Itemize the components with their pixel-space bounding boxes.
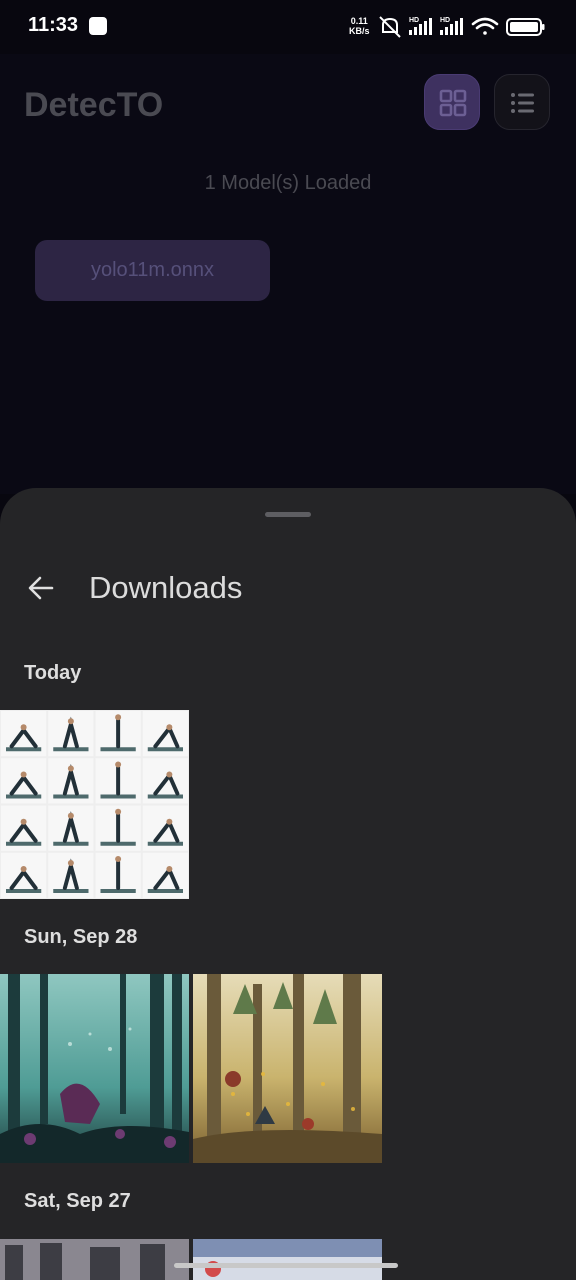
- section-header-sep28: Sun, Sep 28: [24, 926, 138, 948]
- yoga-figure-head: [166, 818, 173, 825]
- yoga-figure-head: [20, 771, 27, 778]
- back-arrow-icon[interactable]: [22, 568, 62, 608]
- notification-icon: [89, 17, 107, 35]
- yoga-mat: [53, 747, 89, 752]
- network-speed-value: 0.11: [350, 16, 368, 26]
- yoga-figure-head: [20, 724, 27, 731]
- yoga-figure-head: [166, 724, 173, 731]
- network-speed-unit: KB/s: [349, 26, 370, 36]
- models-loaded-text: 1 Model(s) Loaded: [204, 172, 372, 194]
- yoga-figure-head: [67, 765, 74, 772]
- yoga-figure-head: [166, 866, 173, 872]
- app-main: DetecTO 1 Model(s) Loaded yolo11m.onnx: [0, 54, 576, 494]
- network-speed: 0.11 KB/s: [349, 16, 370, 36]
- list-view-button[interactable]: [494, 74, 550, 130]
- signal-hd-icon: HD: [440, 17, 463, 35]
- teal-forest-image: [0, 974, 189, 1163]
- yoga-figure-head: [67, 718, 74, 725]
- status-time: 11:33: [28, 14, 79, 36]
- yoga-grid-image: [0, 710, 189, 899]
- wifi-icon: [471, 17, 499, 35]
- yoga-mat: [53, 889, 89, 893]
- yoga-figure-head: [20, 818, 27, 825]
- photo-thumbnail-street[interactable]: [0, 1239, 189, 1280]
- yoga-figure-head: [67, 860, 74, 866]
- photo-picker-sheet: Downloads Today Sun, Sep 28 Sat, Sep 27: [0, 488, 576, 1280]
- app-title: DetecTO: [24, 86, 164, 124]
- grid-icon: [439, 89, 467, 117]
- signal-hd-icon: HD: [409, 17, 432, 35]
- list-icon: [511, 93, 534, 113]
- grid-view-button[interactable]: [424, 74, 480, 130]
- status-icons: HD HD: [379, 16, 545, 38]
- svg-text:HD: HD: [409, 17, 419, 24]
- section-header-today: Today: [24, 662, 82, 684]
- yoga-figure-head: [115, 808, 122, 815]
- gesture-nav-bar[interactable]: [174, 1263, 398, 1268]
- yoga-figure-head: [115, 714, 122, 721]
- mute-icon: [379, 16, 401, 38]
- section-header-sep27: Sat, Sep 27: [24, 1190, 131, 1212]
- yoga-figure-head: [67, 812, 74, 819]
- photo-thumbnail-yoga-poses[interactable]: [0, 710, 189, 899]
- battery-icon: [506, 18, 545, 36]
- yoga-figure-head: [115, 761, 122, 768]
- yoga-mat: [53, 794, 89, 799]
- status-bar: 11:33 0.11 KB/s HD HD: [0, 0, 576, 54]
- model-chip[interactable]: yolo11m.onnx: [35, 240, 270, 301]
- picker-title: Downloads: [89, 570, 243, 605]
- photo-thumbnail-screenshot[interactable]: [193, 1239, 382, 1280]
- autumn-forest-image: [193, 974, 382, 1163]
- yoga-figure-head: [20, 866, 27, 872]
- yoga-figure-head: [166, 771, 173, 778]
- drag-handle[interactable]: [265, 512, 311, 517]
- yoga-mat: [53, 841, 89, 846]
- yoga-figure-head: [115, 856, 122, 862]
- photo-thumbnail-autumn-forest[interactable]: [193, 974, 382, 1163]
- photo-thumbnail-teal-forest[interactable]: [0, 974, 189, 1163]
- screenshot-image: [193, 1239, 382, 1280]
- svg-text:HD: HD: [440, 17, 450, 24]
- street-photo-image: [0, 1239, 189, 1280]
